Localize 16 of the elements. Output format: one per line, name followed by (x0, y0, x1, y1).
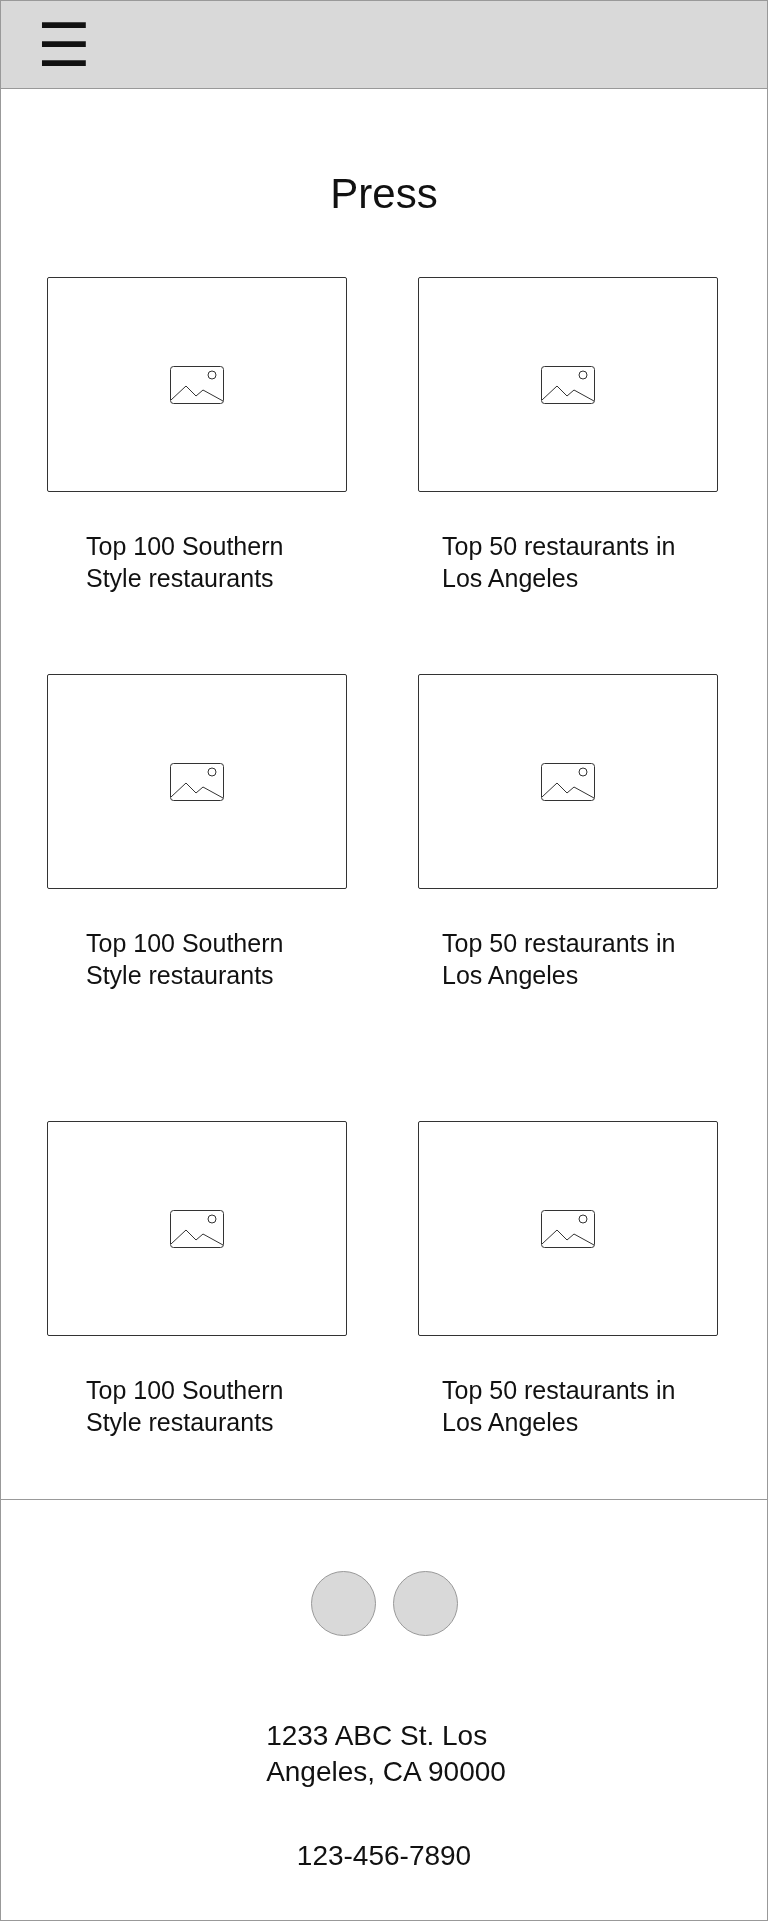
article-caption[interactable]: Top 50 restaurants in Los Angeles (418, 1374, 718, 1438)
image-icon (541, 365, 595, 404)
menu-button[interactable]: ☰ (37, 14, 91, 75)
image-icon (170, 365, 224, 404)
image-icon (170, 1209, 224, 1248)
image-icon (541, 762, 595, 801)
phone-number: 123-456-7890 (296, 1840, 472, 1872)
page-title: Press (329, 173, 439, 219)
address-text: 1233 ABC St. Los Angeles, CA 90000 (265, 1719, 506, 1789)
article-caption[interactable]: Top 100 Southern Style restaurants (47, 530, 347, 594)
article-caption[interactable]: Top 50 restaurants in Los Angeles (418, 927, 718, 991)
image-icon (170, 762, 224, 801)
article-caption[interactable]: Top 50 restaurants in Los Angeles (418, 530, 718, 594)
article-caption[interactable]: Top 100 Southern Style restaurants (47, 1374, 347, 1438)
article-caption[interactable]: Top 100 Southern Style restaurants (47, 927, 347, 991)
image-icon (541, 1209, 595, 1248)
